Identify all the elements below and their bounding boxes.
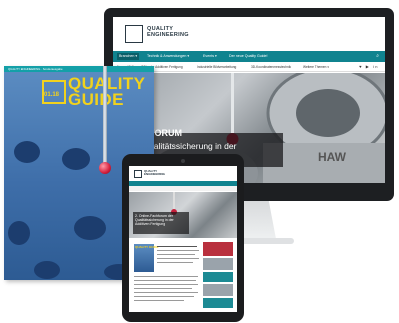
article-line <box>134 296 194 298</box>
tablet-logo-text[interactable]: QUALITY ENGINEERING <box>144 169 165 177</box>
hero-subtitle[interactable]: ualitätssicherung in der <box>149 141 236 151</box>
magazine-issue: 01.18 <box>44 92 60 98</box>
article-line <box>157 262 193 264</box>
tablet-guide-title: QUALITY GUIDE <box>135 245 159 249</box>
tablet-logo-icon[interactable] <box>134 170 142 178</box>
social-icons[interactable]: ♥ ▶ in <box>359 64 379 70</box>
article-line <box>157 246 197 248</box>
tablet-hero-text[interactable]: 2. Online-Fachforum der Qualitätssicheru… <box>135 214 187 227</box>
plate-hole <box>34 261 60 279</box>
site-header: QUALITY ENGINEERING <box>113 17 385 51</box>
tablet-device: QUALITY ENGINEERING 2. Online-Fachforum … <box>122 154 244 322</box>
tablet-sub-nav[interactable] <box>129 186 237 191</box>
main-nav: Branchen ▾ Technik & Anwendungen ▾ Event… <box>113 51 385 62</box>
plate-hole <box>8 221 30 245</box>
article-line <box>134 276 198 278</box>
sub-nav-item[interactable]: Industrielle Bildverarbeitung <box>197 64 236 70</box>
nav-item-quality-guide[interactable]: Der neue Quality Guide! <box>229 53 268 60</box>
nav-item-events[interactable]: Events ▾ <box>203 53 217 60</box>
plate-hole <box>14 141 40 163</box>
website-tablet-screen: QUALITY ENGINEERING 2. Online-Fachforum … <box>129 166 237 312</box>
sidebar-thumbnail[interactable] <box>203 242 233 256</box>
article-line <box>134 300 184 302</box>
hero-sign-text: HAW <box>318 150 347 164</box>
sub-nav-item[interactable]: Weitere Themen ▾ <box>303 64 329 70</box>
tablet-camera <box>181 159 185 163</box>
magazine-top-strip: QUALITY ENGINEERING · Sonderausgabe <box>4 66 154 72</box>
sub-nav-item[interactable]: 3D-Koordinatenmesstechnik <box>251 64 291 70</box>
search-icon[interactable]: ⌕ <box>376 53 379 60</box>
article-line <box>157 254 195 256</box>
site-logo-text[interactable]: QUALITY ENGINEERING <box>147 26 189 38</box>
article-line <box>134 292 198 294</box>
nav-item-branchen[interactable]: Branchen ▾ <box>117 53 140 60</box>
article-line <box>134 288 192 290</box>
nav-item-technik[interactable]: Technik & Anwendungen ▾ <box>147 53 189 60</box>
probe-stem <box>103 66 107 164</box>
sidebar-thumbnail[interactable] <box>203 272 233 282</box>
article-line <box>157 250 199 252</box>
article-line <box>157 258 199 260</box>
tablet-probe <box>173 192 175 210</box>
plate-hole <box>74 216 106 240</box>
article-line <box>134 284 198 286</box>
sidebar-thumbnail[interactable] <box>203 298 233 308</box>
plate-hole <box>62 148 90 170</box>
sidebar-thumbnail[interactable] <box>203 258 233 270</box>
article-line <box>134 280 196 282</box>
sidebar-thumbnail[interactable] <box>203 284 233 296</box>
probe-ball <box>99 162 111 174</box>
site-logo-icon[interactable] <box>125 25 143 43</box>
